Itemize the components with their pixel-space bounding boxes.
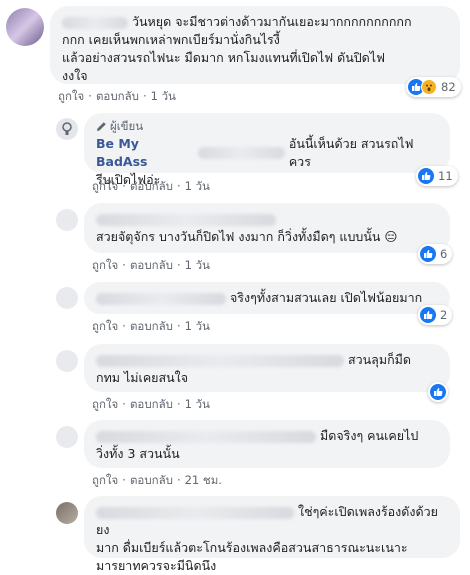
comment-bubble: ผู้เขียน Be My BadAss อันนี้เห็นด้วย สวน…: [84, 113, 450, 187]
comment-actions: ถูกใจ · ตอบกลับ · 21 ชม.: [92, 472, 222, 490]
separator-dot: ·: [122, 319, 126, 333]
author-name[interactable]: Be My BadAss: [96, 135, 194, 171]
separator-dot: ·: [122, 258, 126, 272]
separator-dot: ·: [176, 397, 181, 411]
avatar[interactable]: [56, 502, 78, 524]
comment-text: วันหยุด จะมีชาวต่างด้าวมากันเยอะมากกกกกก…: [131, 14, 412, 29]
timestamp[interactable]: 1 วัน: [185, 318, 210, 336]
redacted-name: [62, 16, 128, 29]
reply-link[interactable]: ตอบกลับ: [130, 318, 173, 336]
timestamp[interactable]: 1 วัน: [185, 257, 210, 275]
comment-text: แล้วอย่างสวนรถไฟนะ มืดมาก หกโมงแทนที่เปิ…: [62, 50, 385, 65]
comment-bubble: มืดจริงๆ คนเคยไป วิ่งทั้ง 3 สวนนั้น: [84, 420, 450, 468]
like-link[interactable]: ถูกใจ: [92, 178, 118, 196]
redacted-name: [96, 506, 294, 519]
separator-dot: ·: [176, 473, 181, 487]
redacted-name: [96, 354, 344, 367]
separator-dot: ·: [142, 89, 147, 103]
avatar[interactable]: [6, 8, 44, 46]
comment-text: งงใจ: [62, 68, 88, 83]
reply-link[interactable]: ตอบกลับ: [130, 396, 173, 414]
comment-actions: ถูกใจ · ตอบกลับ · 1 วัน: [92, 318, 210, 336]
like-link[interactable]: ถูกใจ: [92, 257, 118, 275]
comment-bubble: สวยจัตุจักร บางวันก็ปิดไฟ งงมาก ก็วิ่งทั…: [84, 203, 450, 253]
reply-link[interactable]: ตอบกลับ: [130, 178, 173, 196]
separator-dot: ·: [88, 89, 92, 103]
redacted-name: [197, 147, 285, 159]
like-icon: [430, 384, 446, 400]
timestamp[interactable]: 21 ชม.: [185, 472, 222, 490]
separator-dot: ·: [122, 397, 126, 411]
comment-bubble: จริงๆทั้งสามสวนเลย เปิดไฟน้อยมาก: [84, 282, 450, 314]
author-badge: ผู้เขียน: [96, 117, 438, 135]
reaction-summary[interactable]: 82: [406, 77, 461, 97]
comment-text: มืดจริงๆ คนเคยไป: [319, 428, 419, 443]
like-icon: [418, 168, 434, 184]
avatar[interactable]: [56, 118, 78, 140]
avatar[interactable]: [56, 350, 78, 372]
pen-icon: [97, 121, 106, 131]
comment-text: มารยาทควรจะมีนิดนึง: [96, 558, 217, 573]
comment-text: มาก ดื่มเบียร์แล้วตะโกนร้องเพลงคือสวนสาธ…: [96, 540, 408, 555]
comment-text: อันนี้เห็นด้วย สวนรถไฟ ควร: [288, 136, 414, 169]
like-icon: [420, 307, 436, 323]
comment-text: จริงๆทั้งสามสวนเลย เปิดไฟน้อยมาก: [229, 290, 423, 305]
reaction-count: 11: [438, 169, 453, 183]
timestamp[interactable]: 1 วัน: [185, 178, 210, 196]
reply-link[interactable]: ตอบกลับ: [96, 88, 139, 106]
reaction-summary[interactable]: 11: [416, 166, 458, 186]
reaction-count: 2: [440, 308, 448, 322]
like-link[interactable]: ถูกใจ: [58, 88, 84, 106]
avatar[interactable]: [56, 209, 78, 231]
avatar[interactable]: [56, 426, 78, 448]
separator-dot: ·: [176, 179, 181, 193]
comment-text: สวยจัตุจักร บางวันก็ปิดไฟ งงมาก ก็วิ่งทั…: [96, 229, 398, 244]
like-icon: [420, 246, 436, 262]
comment-bubble: สวนลุมก็มืด กทม ไม่เคยสนใจ: [84, 344, 450, 392]
comment-text: วิ่งทั้ง 3 สวนนั้น: [96, 446, 180, 461]
comment-text: สวนลุมก็มืด: [347, 352, 412, 367]
separator-dot: ·: [176, 319, 181, 333]
comment-text: กกก เคยเห็นพกเหล่าพกเบียร์มานั่งกินไรงี้: [62, 32, 280, 47]
comment-actions: ถูกใจ · ตอบกลับ · 1 วัน: [58, 88, 176, 106]
comment-bubble: วันหยุด จะมีชาวต่างด้าวมากันเยอะมากกกกกก…: [50, 6, 460, 84]
reaction-summary[interactable]: 6: [418, 244, 453, 264]
comment-actions: ถูกใจ · ตอบกลับ · 1 วัน: [92, 257, 210, 275]
separator-dot: ·: [122, 179, 126, 193]
redacted-name: [96, 292, 226, 305]
redacted-name: [96, 430, 316, 443]
like-link[interactable]: ถูกใจ: [92, 472, 118, 490]
like-link[interactable]: ถูกใจ: [92, 318, 118, 336]
timestamp[interactable]: 1 วัน: [185, 396, 210, 414]
reply-link[interactable]: ตอบกลับ: [130, 472, 173, 490]
avatar[interactable]: [56, 287, 78, 309]
reaction-summary[interactable]: 2: [418, 305, 453, 325]
wow-icon: [421, 79, 437, 95]
separator-dot: ·: [122, 473, 126, 487]
comment-text: กทม ไม่เคยสนใจ: [96, 370, 189, 385]
comment-actions: ถูกใจ · ตอบกลับ · 1 วัน: [92, 396, 210, 414]
reaction-summary[interactable]: [428, 382, 448, 402]
reply-link[interactable]: ตอบกลับ: [130, 257, 173, 275]
redacted-name: [96, 213, 276, 226]
comment-bubble: ใช่ๆค่ะเปิดเพลงร้องดังด้วยยง มาก ดื่มเบี…: [84, 496, 460, 573]
separator-dot: ·: [176, 258, 181, 272]
reaction-count: 6: [440, 247, 448, 261]
reaction-count: 82: [441, 80, 456, 94]
comment-actions: ถูกใจ · ตอบกลับ · 1 วัน: [92, 178, 210, 196]
timestamp[interactable]: 1 วัน: [151, 88, 176, 106]
author-tag-label: ผู้เขียน: [110, 119, 144, 133]
like-link[interactable]: ถูกใจ: [92, 396, 118, 414]
